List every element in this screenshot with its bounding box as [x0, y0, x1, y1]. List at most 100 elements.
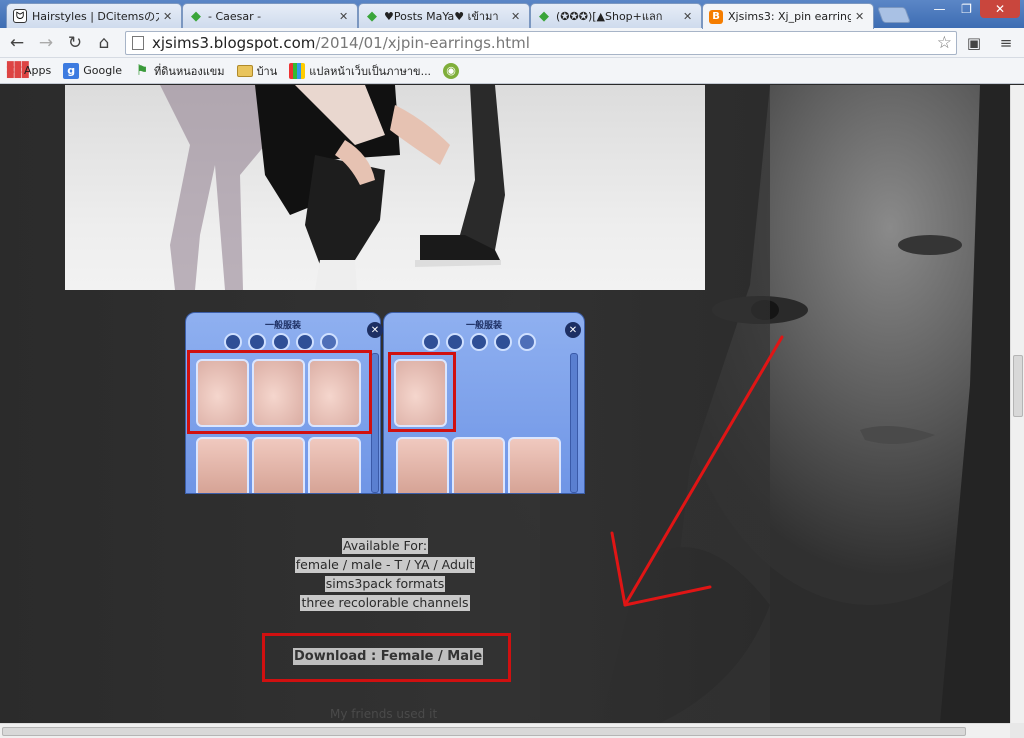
male-earring-highlight: [388, 352, 456, 432]
toolbar: ← → ↻ ⌂ xjsims3.blogspot.com/2014/01/xjp…: [0, 28, 1024, 58]
arrow-left-icon: ←: [9, 33, 25, 53]
download-link[interactable]: Download : Female / Male: [293, 648, 484, 665]
new-tab-button[interactable]: [877, 7, 911, 23]
earring-thumbnail[interactable]: [396, 437, 449, 493]
panel-scrollbar[interactable]: [570, 353, 578, 493]
category-feet-icon: [296, 333, 314, 351]
page-viewport: 一般服装 ✕ 一般服装 ✕ Available For: female / ma…: [0, 85, 1010, 723]
category-tops-icon: [422, 333, 440, 351]
translate-icon: [289, 62, 306, 79]
bookmark-apps[interactable]: ■■■ ■■■ ■■■ Apps: [6, 59, 52, 80]
minimize-button[interactable]: —: [926, 0, 953, 18]
tab-shop[interactable]: ◆ (✪✪✪)[▲Shop+แลก ✕: [530, 3, 702, 28]
google-icon: g: [63, 62, 80, 79]
bookmarks-bar: ■■■ ■■■ ■■■ Apps g Google ⚑ ที่ดินหนองแขม …: [0, 58, 1024, 84]
female-earrings-highlight: [187, 350, 372, 434]
forward-button[interactable]: →: [35, 32, 57, 54]
tab-label: - Caesar -: [208, 9, 262, 23]
formats-text: sims3pack formats: [324, 576, 446, 592]
tab-label: (✪✪✪)[▲Shop+แลก: [556, 10, 663, 23]
earring-thumbnail[interactable]: [196, 437, 249, 493]
url-host: xjsims3.blogspot.com: [152, 34, 316, 52]
close-icon[interactable]: ✕: [855, 10, 867, 23]
tab-posts-maya[interactable]: ◆ ♥Posts MaYa♥ เข้ามา ✕: [358, 3, 530, 28]
panel-title: 一般服装: [264, 321, 301, 331]
close-icon: ✕: [994, 2, 1006, 16]
apps-grid-icon: ■■■ ■■■ ■■■: [6, 59, 30, 80]
horizontal-scrollbar[interactable]: [0, 723, 1010, 738]
extension-icon[interactable]: ▣: [964, 33, 984, 53]
scrollbar-corner: [1010, 723, 1024, 738]
tab-xjsims3[interactable]: B Xjsims3: Xj_pin earrings ✕: [702, 3, 874, 29]
earring-thumbnail[interactable]: [252, 437, 305, 493]
close-icon[interactable]: ✕: [339, 10, 351, 23]
tab-hairstyles[interactable]: ᗢ Hairstyles | DCitemsの力 ✕: [6, 3, 182, 28]
cat-face-icon: ᗢ: [13, 9, 27, 23]
blogger-icon: B: [709, 9, 723, 24]
reload-button[interactable]: ↻: [64, 32, 86, 54]
category-body-icon: [470, 333, 488, 351]
home-icon: ⌂: [98, 33, 110, 53]
available-for-text: Available For:: [341, 538, 429, 554]
restore-button[interactable]: ❐: [953, 0, 980, 18]
bookmark-label: Google: [83, 64, 123, 77]
tab-label: Xjsims3: Xj_pin earrings: [728, 10, 851, 23]
home-button[interactable]: ⌂: [93, 32, 115, 54]
page-icon: [132, 36, 144, 50]
bookmark-label: Apps: [24, 64, 52, 77]
vertical-scrollbar[interactable]: [1010, 85, 1024, 723]
url-text[interactable]: xjsims3.blogspot.com/2014/01/xjpin-earri…: [152, 34, 530, 52]
category-feet-icon: [494, 333, 512, 351]
bookmark-star-icon[interactable]: ☆: [937, 33, 952, 53]
info-formats: sims3pack formats: [0, 573, 770, 592]
tab-caesar[interactable]: ◆ - Caesar - ✕: [182, 3, 358, 28]
bookmark-home-folder[interactable]: บ้าน: [236, 62, 278, 80]
category-body-icon: [272, 333, 290, 351]
back-button[interactable]: ←: [6, 32, 28, 54]
ages-text: female / male - T / YA / Adult: [294, 557, 476, 573]
tab-label: Hairstyles | DCitemsの力: [32, 10, 159, 23]
url-path: /2014/01/xjpin-earrings.html: [315, 34, 530, 52]
category-pants-icon: [446, 333, 464, 351]
info-ages: female / male - T / YA / Adult: [0, 554, 770, 573]
address-bar[interactable]: xjsims3.blogspot.com/2014/01/xjpin-earri…: [125, 31, 957, 55]
tab-label: ♥Posts MaYa♥ เข้ามา: [384, 10, 499, 23]
reload-icon: ↻: [67, 33, 83, 53]
earring-thumbnail[interactable]: [452, 437, 505, 493]
close-icon[interactable]: ✕: [565, 322, 581, 338]
folder-icon: [236, 64, 253, 77]
info-available: Available For:: [0, 535, 770, 554]
bookmark-label: บ้าน: [256, 64, 278, 78]
flag-icon: ⚑: [135, 62, 149, 79]
close-icon[interactable]: ✕: [511, 10, 523, 23]
bookmark-label: แปลหน้าเว็บเป็นภาษาข...: [309, 64, 432, 78]
channels-text: three recolorable channels: [300, 595, 470, 611]
bookmark-google[interactable]: g Google: [63, 62, 123, 79]
panel-scrollbar[interactable]: [371, 353, 379, 493]
bookmark-translate[interactable]: แปลหน้าเว็บเป็นภาษาข...: [289, 62, 431, 80]
sim-model-photo: [65, 85, 705, 290]
sims-plumbob-icon: ◆: [367, 8, 377, 24]
sims-plumbob-icon: ◆: [191, 8, 201, 24]
minimize-icon: —: [933, 2, 946, 16]
close-window-button[interactable]: ✕: [980, 0, 1020, 18]
cas-screenshots: 一般服装 ✕ 一般服装 ✕: [185, 312, 585, 494]
earring-thumbnail[interactable]: [308, 437, 361, 493]
bookmark-frog[interactable]: ◉: [443, 62, 463, 79]
category-accessory-icon: [320, 333, 338, 351]
sims-plumbob-icon: ◆: [539, 8, 549, 24]
friends-used-it-text: My friends used it: [330, 707, 438, 721]
close-icon[interactable]: ✕: [163, 10, 175, 23]
bookmark-label: ที่ดินหนองแขม: [154, 64, 225, 78]
category-accessory-icon: [518, 333, 536, 351]
vertical-scroll-thumb[interactable]: [1013, 355, 1023, 417]
horizontal-scroll-thumb[interactable]: [2, 727, 966, 736]
earring-thumbnail[interactable]: [508, 437, 561, 493]
close-icon[interactable]: ✕: [683, 10, 695, 23]
bookmark-land[interactable]: ⚑ ที่ดินหนองแขม: [134, 62, 225, 80]
frog-icon: ◉: [443, 62, 460, 79]
panel-title: 一般服装: [465, 321, 502, 331]
close-icon[interactable]: ✕: [367, 322, 383, 338]
category-pants-icon: [248, 333, 266, 351]
menu-icon[interactable]: ≡: [996, 33, 1016, 53]
